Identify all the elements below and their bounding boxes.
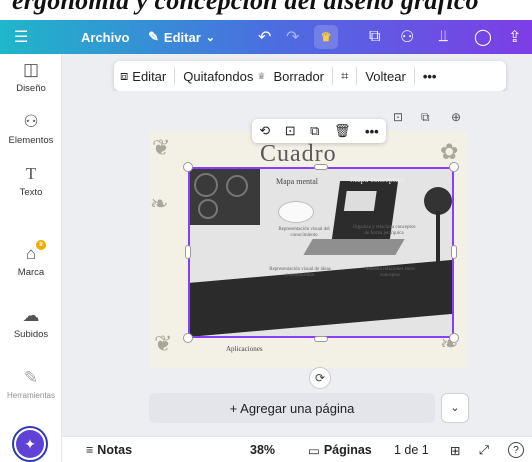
lock-icon[interactable]: ⊡ xyxy=(393,110,403,124)
editar-image-label: Editar xyxy=(132,68,167,84)
sidebar-item-label: Texto xyxy=(19,187,43,198)
element-toolbar: ⟲ ⊡ ⧉ 🗑 ••• xyxy=(252,119,386,143)
cropped-heading: ergonomia y concepción del diseño gráfic… xyxy=(12,0,479,15)
crown-button[interactable]: ♛ xyxy=(314,20,338,54)
borrador-button[interactable]: Borrador xyxy=(273,69,324,84)
duplicate-icon[interactable]: ⧉ xyxy=(310,123,319,139)
pencil-icon: ✎ xyxy=(148,29,159,44)
more-options-button[interactable]: ••• xyxy=(423,69,437,84)
resize-handle-left[interactable] xyxy=(185,245,191,259)
copy-icon[interactable]: ⧉ xyxy=(369,20,380,54)
divider xyxy=(356,67,358,85)
more-icon[interactable]: ••• xyxy=(365,124,379,139)
undo-icon[interactable]: ↶ xyxy=(258,20,271,54)
sidebar-item-label: Subidos xyxy=(13,329,49,340)
sidebar-item-label: Herramientas xyxy=(6,391,55,400)
floral-decoration: ❦ xyxy=(152,135,171,160)
resize-handle-bottom-left[interactable] xyxy=(183,333,193,343)
floral-decoration: ❦ xyxy=(154,331,173,356)
image-context-toolbar: ⧈ Editar Quitafondos ♛ Borrador ⌗ Voltea… xyxy=(114,61,506,91)
bottom-bar: ≡ Notas 38% ▭ Páginas 1 de 1 ⊞ ⤢ ? xyxy=(62,436,532,462)
more-icon: ••• xyxy=(422,68,437,84)
editar-label: Editar xyxy=(163,29,201,45)
help-icon[interactable]: ? xyxy=(508,442,524,458)
divider xyxy=(174,67,176,85)
expand-icon[interactable]: ⤢ xyxy=(479,437,489,462)
floral-decoration: ❧ xyxy=(150,191,169,216)
editar-image-button[interactable]: ⧈ Editar xyxy=(120,68,166,84)
crown-icon: ♛ xyxy=(314,25,338,49)
borrador-label: Borrador xyxy=(273,68,325,84)
sidebar-item-marca[interactable]: ♛ ⌂ Marca xyxy=(0,240,62,278)
shapes-icon: ⚇ xyxy=(23,112,39,131)
crop-button[interactable]: ⌗ xyxy=(341,68,348,84)
crown-badge: ♛ xyxy=(36,240,46,250)
magic-sparkle-icon: ✦ xyxy=(16,430,44,458)
upload-icon: ☁ xyxy=(22,306,40,325)
text-icon: T xyxy=(25,164,37,183)
layout-icon: ◫ xyxy=(22,60,40,79)
sidebar-item-elementos[interactable]: ⚇ Elementos xyxy=(0,112,62,146)
chart-icon[interactable]: ⫫ xyxy=(439,20,448,54)
redo-icon[interactable]: ↷ xyxy=(286,20,299,54)
add-person-icon[interactable]: ⚇ xyxy=(400,20,414,54)
image-edit-icon: ⧈ xyxy=(120,68,129,83)
add-page-button[interactable]: + Agregar una página xyxy=(149,393,435,423)
quitafondos-button[interactable]: Quitafondos ♛ xyxy=(183,69,265,84)
zoom-level[interactable]: 38% xyxy=(250,437,275,462)
resize-handle-bottom[interactable] xyxy=(314,336,328,342)
archivo-menu[interactable]: Archivo xyxy=(81,20,129,54)
delete-icon[interactable]: 🗑 xyxy=(334,123,351,139)
lock-icon[interactable]: ⊡ xyxy=(285,123,296,139)
resize-handle-right[interactable] xyxy=(451,245,457,259)
sidebar-item-label: Elementos xyxy=(8,135,54,146)
paginas-label: Páginas xyxy=(323,443,372,457)
magic-button[interactable]: ✦ xyxy=(12,426,48,462)
left-sidebar: ◫ Diseño ⚇ Elementos T Texto ♛ ⌂ Marca ☁… xyxy=(0,54,62,462)
sidebar-item-diseno[interactable]: ◫ Diseño xyxy=(0,60,62,94)
sidebar-item-herramientas[interactable]: ✎ Herramientas xyxy=(0,368,62,400)
draw-icon: ✎ xyxy=(23,368,39,387)
sidebar-item-texto[interactable]: T Texto xyxy=(0,164,62,198)
crown-icon: ♛ xyxy=(257,70,266,81)
resize-handle-top-left[interactable] xyxy=(183,162,193,172)
chevron-down-icon[interactable]: ⌄ xyxy=(441,393,469,423)
menu-icon[interactable]: ☰ xyxy=(14,20,28,54)
divider xyxy=(332,67,334,85)
top-bar: ☰ Archivo ✎ Editar ⌄ ↶ ↷ ♛ ⧉ ⚇ ⫫ ◯ ⇪ xyxy=(0,20,532,54)
page-count: 1 de 1 xyxy=(394,443,429,457)
sidebar-item-subidos[interactable]: ☁ Subidos xyxy=(0,306,62,340)
brand-icon: ⌂ xyxy=(25,244,37,263)
rotate-icon[interactable]: ⟳ xyxy=(309,367,331,389)
notas-button[interactable]: ≡ Notas xyxy=(86,437,132,462)
share-icon[interactable]: ⇪ xyxy=(508,20,521,54)
editar-menu[interactable]: ✎ Editar ⌄ xyxy=(148,20,215,54)
sidebar-item-label: Marca xyxy=(17,267,45,278)
voltear-button[interactable]: Voltear xyxy=(365,69,405,84)
cropped-heading-strip: ergonomia y concepción del diseño gráfic… xyxy=(0,0,532,20)
chevron-down-icon: ⌄ xyxy=(205,31,215,44)
ai-comment-icon[interactable]: ⟲ xyxy=(259,123,270,139)
add-page-icon[interactable]: ⊕ xyxy=(451,110,461,124)
floral-decoration: ✿ xyxy=(440,139,459,164)
notes-icon: ≡ xyxy=(86,443,94,457)
design-bottom-label: Aplicaciones xyxy=(226,345,263,353)
divider xyxy=(413,67,415,85)
duplicate-icon[interactable]: ⧉ xyxy=(421,110,430,125)
resize-handle-bottom-right[interactable] xyxy=(449,333,459,343)
paginas-button[interactable]: ▭ Páginas xyxy=(308,437,372,462)
sidebar-item-label: Diseño xyxy=(16,83,46,94)
quitafondos-label: Quitafondos xyxy=(183,68,254,84)
notas-label: Notas xyxy=(97,443,133,457)
comment-icon[interactable]: ◯ xyxy=(474,20,492,54)
crop-icon: ⌗ xyxy=(341,68,349,83)
selection-frame xyxy=(188,167,454,338)
resize-handle-top-right[interactable] xyxy=(449,162,459,172)
resize-handle-top[interactable] xyxy=(314,164,328,170)
pages-icon: ▭ xyxy=(308,443,320,458)
voltear-label: Voltear xyxy=(365,68,406,84)
grid-icon[interactable]: ⊞ xyxy=(450,437,460,462)
